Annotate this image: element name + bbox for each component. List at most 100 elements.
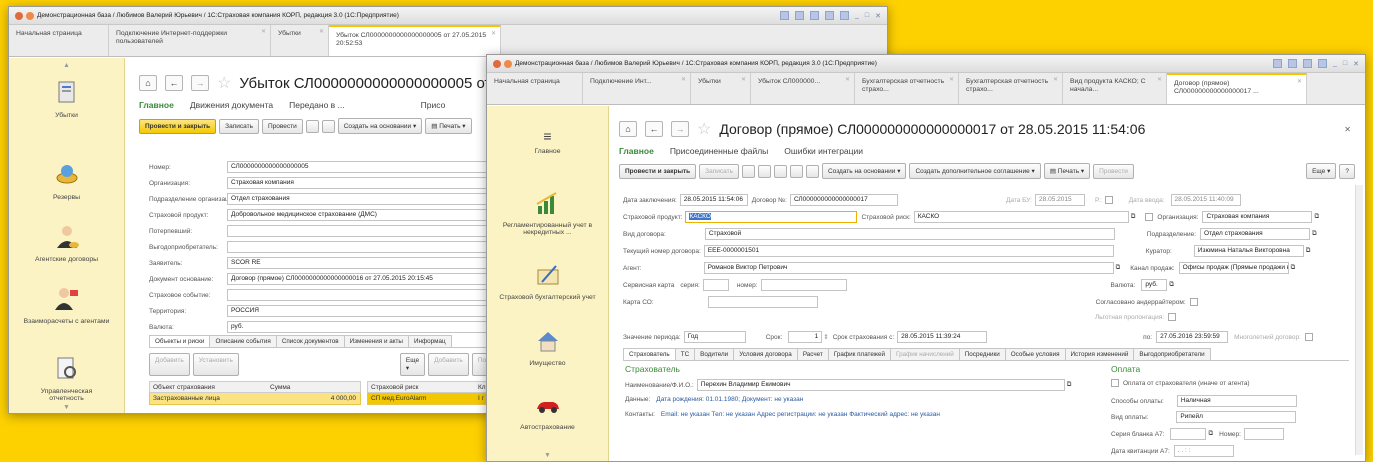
- tab-home[interactable]: Начальная страница: [487, 73, 583, 104]
- report-icon[interactable]: [741, 164, 755, 178]
- stepper-icon[interactable]: ⇕: [823, 333, 828, 341]
- scroll-up-icon[interactable]: ▲: [9, 62, 124, 69]
- section-losses[interactable]: Убытки: [9, 80, 124, 119]
- tab-losses[interactable]: Убытки ✕: [271, 25, 329, 56]
- tab-drivers[interactable]: Водители: [694, 348, 735, 360]
- contract-no-field[interactable]: СЛ000000000000000017: [789, 194, 898, 206]
- tool-icon[interactable]: [1287, 59, 1297, 68]
- report-icon[interactable]: [305, 119, 319, 133]
- forward-icon[interactable]: →: [191, 75, 209, 91]
- more-button[interactable]: Еще ▾: [1306, 163, 1337, 179]
- home-icon[interactable]: ⌂: [619, 121, 637, 137]
- tab-accounting-report-2[interactable]: Бухгалтерская отчетность страхо... ✕: [959, 73, 1063, 104]
- tab-calculation[interactable]: Расчет: [796, 348, 829, 360]
- channel-field[interactable]: Офисы продаж (Прямые продажи в: [1178, 262, 1289, 274]
- create-add-agreement-button[interactable]: Создать дополнительное соглашение ▾: [909, 163, 1041, 179]
- tool-icon[interactable]: [1317, 59, 1327, 68]
- tab-vehicle[interactable]: ТС: [674, 348, 696, 360]
- print-button[interactable]: ▤ Печать ▾: [1043, 163, 1091, 179]
- open-icon[interactable]: ⧉: [1314, 213, 1319, 221]
- tab-event-description[interactable]: Описание события: [209, 335, 277, 347]
- table-row[interactable]: Застрахованные лица 4 000,00: [149, 393, 361, 405]
- post-button[interactable]: Провести: [1093, 163, 1134, 179]
- date-bu-field[interactable]: 28.05.2015: [1035, 194, 1086, 206]
- section-management-reports[interactable]: Управленческая отчетность: [9, 356, 124, 402]
- star-icon[interactable]: [824, 11, 834, 20]
- tab-home[interactable]: Начальная страница: [9, 25, 109, 56]
- close-icon[interactable]: ✕: [491, 31, 496, 39]
- close-icon[interactable]: ✕: [875, 12, 881, 20]
- open-icon[interactable]: ⧉: [1291, 264, 1296, 272]
- field-input[interactable]: РОССИЯ: [227, 305, 487, 317]
- tool-icon[interactable]: [809, 11, 819, 20]
- structure-icon[interactable]: [321, 119, 335, 133]
- field-input[interactable]: SCOR RE: [227, 257, 487, 269]
- add-risk-button[interactable]: Добавить: [428, 353, 469, 376]
- field-input[interactable]: Отдел страхования: [227, 193, 487, 205]
- period-field[interactable]: Год: [683, 331, 746, 343]
- personal-data-link[interactable]: Дата рождения: 01.01.1980; Документ: не …: [656, 396, 803, 403]
- tab-insurer[interactable]: Страхователь: [623, 348, 676, 360]
- dept-field[interactable]: Отдел страхования: [1200, 228, 1311, 240]
- field-input[interactable]: руб.: [227, 321, 487, 333]
- close-icon[interactable]: ✕: [319, 29, 324, 37]
- print-button[interactable]: ▤ Печать ▾: [425, 118, 472, 134]
- menu-icon[interactable]: [26, 11, 34, 20]
- section-reserves[interactable]: Резервы: [9, 162, 124, 201]
- section-agent-settlements[interactable]: Взаиморасчеты с агентами: [9, 286, 124, 325]
- structure-icon[interactable]: [805, 164, 819, 178]
- receipt-date-field[interactable]: . . : :: [1173, 445, 1234, 457]
- tab-loss-document[interactable]: Убыток СЛ000000... ✕: [751, 73, 855, 104]
- tab-losses[interactable]: Убытки ✕: [691, 73, 751, 104]
- tab-document-list[interactable]: Список документов: [275, 335, 345, 347]
- post-and-close-button[interactable]: Провести и закрыть: [139, 118, 217, 134]
- pay-kind-field[interactable]: Рипейл: [1176, 411, 1297, 423]
- product-field[interactable]: КАСКО: [685, 211, 858, 223]
- risk-field[interactable]: КАСКО: [913, 211, 1129, 223]
- forward-icon[interactable]: →: [671, 121, 689, 137]
- open-icon[interactable]: ⧉: [1116, 264, 1121, 272]
- open-icon[interactable]: ⧉: [1208, 430, 1213, 438]
- field-input[interactable]: [227, 289, 487, 301]
- save-button[interactable]: Записать: [219, 118, 259, 134]
- maximize-icon[interactable]: □: [1343, 60, 1347, 67]
- ins-to-field[interactable]: 27.05.2016 23:59:59: [1156, 331, 1229, 343]
- section-insurance-accounting[interactable]: Страховой бухгалтерский учет: [487, 262, 608, 301]
- name-field[interactable]: Перехин Владимир Екимович: [696, 379, 1065, 391]
- tool-icon[interactable]: [794, 11, 804, 20]
- tab-internet-support[interactable]: Подключение Интернет-поддержки пользоват…: [109, 25, 271, 56]
- checkbox[interactable]: [1145, 213, 1154, 221]
- field-input[interactable]: Добровольное медицинское страхование (ДМ…: [227, 209, 487, 221]
- help-button[interactable]: ?: [1339, 163, 1355, 179]
- field-input[interactable]: СЛ0000000000000000005: [227, 161, 487, 173]
- open-icon[interactable]: ⧉: [1131, 213, 1136, 221]
- term-field[interactable]: 1: [788, 331, 823, 343]
- tab-payment-schedule[interactable]: График платежей: [827, 348, 892, 360]
- date-conclusion-field[interactable]: 28.05.2015 11:54:06: [679, 194, 748, 206]
- agent-field[interactable]: Романов Виктор Петрович: [703, 262, 1114, 274]
- subtab-movements[interactable]: Движения документа: [190, 100, 273, 110]
- close-icon[interactable]: ✕: [1297, 79, 1302, 87]
- close-icon[interactable]: ✕: [261, 29, 266, 37]
- post-and-close-button[interactable]: Провести и закрыть: [619, 163, 697, 179]
- pay-ways-field[interactable]: Наличная: [1176, 395, 1297, 407]
- tab-change-history[interactable]: История изменений: [1064, 348, 1135, 360]
- section-auto-insurance[interactable]: Автострахование: [487, 392, 608, 431]
- number-field[interactable]: [760, 279, 847, 291]
- agreed-checkbox[interactable]: [1189, 298, 1198, 306]
- close-icon[interactable]: ✕: [949, 77, 954, 85]
- tool-icon[interactable]: [779, 11, 789, 20]
- tab-info[interactable]: Информац: [407, 335, 452, 347]
- subtab-attached-files[interactable]: Присоединенные файлы: [670, 146, 768, 156]
- open-icon[interactable]: ⧉: [1169, 281, 1174, 289]
- scroll-down-icon[interactable]: ▼: [487, 452, 608, 459]
- tab-special-conditions[interactable]: Особые условия: [1004, 348, 1066, 360]
- maximize-icon[interactable]: □: [865, 12, 869, 19]
- close-icon[interactable]: ✕: [1053, 77, 1058, 85]
- tab-intermediaries[interactable]: Посредники: [958, 348, 1006, 360]
- section-main[interactable]: ≡ Главное: [487, 128, 608, 155]
- scrollbar[interactable]: [1355, 185, 1363, 455]
- calculator-icon[interactable]: [773, 164, 787, 178]
- curator-field[interactable]: Изюмина Наталья Викторовна: [1193, 245, 1304, 257]
- subtab-transferred[interactable]: Передано в ...: [289, 100, 345, 110]
